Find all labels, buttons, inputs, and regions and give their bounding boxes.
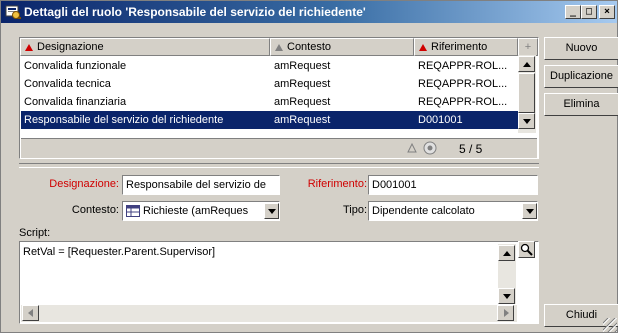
cell-contesto: amRequest	[274, 78, 331, 90]
cell-riferimento: D001001	[418, 114, 463, 126]
script-vscrollbar[interactable]	[498, 244, 516, 304]
cell-designazione: Responsabile del servizio del richiedent…	[24, 114, 224, 126]
minimize-icon[interactable]: _	[565, 5, 581, 19]
sort-icon	[275, 43, 283, 51]
arrow-down-icon	[503, 294, 511, 299]
tipo-value: Dipendente calcolato	[372, 205, 475, 217]
arrow-down-icon	[523, 119, 531, 124]
table-icon	[126, 205, 140, 217]
script-label: Script:	[19, 227, 51, 239]
list-statusbar: 5 / 5	[21, 138, 537, 158]
record-counter: 5 / 5	[459, 142, 483, 156]
designazione-field[interactable]: Responsabile del servizio de	[122, 175, 280, 195]
scroll-right-button[interactable]	[497, 305, 514, 321]
cell-riferimento: REQAPPR-ROL...	[418, 60, 508, 72]
resize-grip-icon[interactable]	[603, 318, 617, 332]
arrow-right-icon	[504, 309, 509, 317]
chevron-down-icon	[268, 209, 276, 214]
arrow-up-icon	[523, 62, 531, 67]
table-row[interactable]: Convalida finanziaria amRequest REQAPPR-…	[21, 93, 518, 111]
tipo-select[interactable]: Dipendente calcolato	[368, 201, 538, 221]
script-text: RetVal = [Requester.Parent.Supervisor]	[23, 246, 216, 258]
close-icon[interactable]: ×	[599, 5, 615, 19]
duplicate-button[interactable]: Duplicazione	[544, 65, 618, 88]
riferimento-label: Riferimento:	[307, 178, 367, 190]
window-title: Dettagli del ruolo 'Responsabile del ser…	[24, 5, 366, 19]
title-bar[interactable]: Dettagli del ruolo 'Responsabile del ser…	[1, 1, 617, 23]
dropdown-button[interactable]	[522, 203, 537, 219]
chevron-down-icon	[526, 209, 534, 214]
cell-riferimento: REQAPPR-ROL...	[418, 96, 508, 108]
table-row[interactable]: Convalida funzionale amRequest REQAPPR-R…	[21, 57, 518, 75]
arrow-up-icon	[503, 251, 511, 256]
designazione-label: Designazione:	[49, 178, 119, 190]
list-scrollbar[interactable]	[518, 55, 536, 133]
zoom-button[interactable]	[518, 241, 535, 258]
script-hscrollbar[interactable]	[21, 305, 517, 322]
sort-direction-icon	[407, 143, 417, 153]
role-details-icon	[5, 5, 21, 19]
add-column-button[interactable]: +	[518, 38, 538, 56]
splitter[interactable]	[19, 163, 539, 168]
table-row[interactable]: Convalida tecnica amRequest REQAPPR-ROL.…	[21, 75, 518, 93]
magnifier-icon	[520, 243, 533, 256]
arrow-left-icon	[28, 309, 33, 317]
details-window: Dettagli del ruolo 'Responsabile del ser…	[0, 0, 618, 333]
cell-designazione: Convalida tecnica	[24, 78, 111, 90]
column-header-contesto[interactable]: Contesto	[270, 38, 414, 56]
scroll-thumb[interactable]	[518, 73, 535, 113]
sort-asc-icon	[419, 43, 427, 51]
scroll-left-button[interactable]	[22, 305, 39, 321]
sort-asc-icon	[25, 43, 33, 51]
contesto-select[interactable]: Richieste (amReques	[122, 201, 280, 221]
new-button[interactable]: Nuovo	[544, 37, 618, 60]
contesto-label: Contesto:	[71, 204, 119, 216]
scroll-up-button[interactable]	[498, 245, 515, 261]
script-editor[interactable]: RetVal = [Requester.Parent.Supervisor]	[19, 241, 539, 324]
column-header-designazione[interactable]: Designazione	[20, 38, 270, 56]
scroll-up-button[interactable]	[518, 56, 535, 72]
column-header-riferimento[interactable]: Riferimento	[414, 38, 518, 56]
riferimento-field[interactable]: D001001	[368, 175, 538, 195]
delete-button[interactable]: Elimina	[544, 93, 618, 116]
cell-contesto: amRequest	[274, 114, 331, 126]
tipo-label: Tipo:	[342, 204, 367, 216]
cell-designazione: Convalida finanziaria	[24, 96, 127, 108]
refresh-icon[interactable]	[422, 140, 438, 156]
scroll-down-button[interactable]	[498, 288, 515, 304]
cell-contesto: amRequest	[274, 60, 331, 72]
table-row-selected[interactable]: Responsabile del servizio del richiedent…	[21, 111, 518, 129]
cell-riferimento: REQAPPR-ROL...	[418, 78, 508, 90]
scroll-down-button[interactable]	[518, 113, 535, 129]
maximize-icon[interactable]: □	[581, 5, 597, 19]
cell-contesto: amRequest	[274, 96, 331, 108]
cell-designazione: Convalida funzionale	[24, 60, 127, 72]
dropdown-button[interactable]	[264, 203, 279, 219]
contesto-value: Richieste (amReques	[143, 205, 249, 217]
roles-list[interactable]: Designazione Contesto Riferimento + Conv…	[19, 37, 539, 159]
